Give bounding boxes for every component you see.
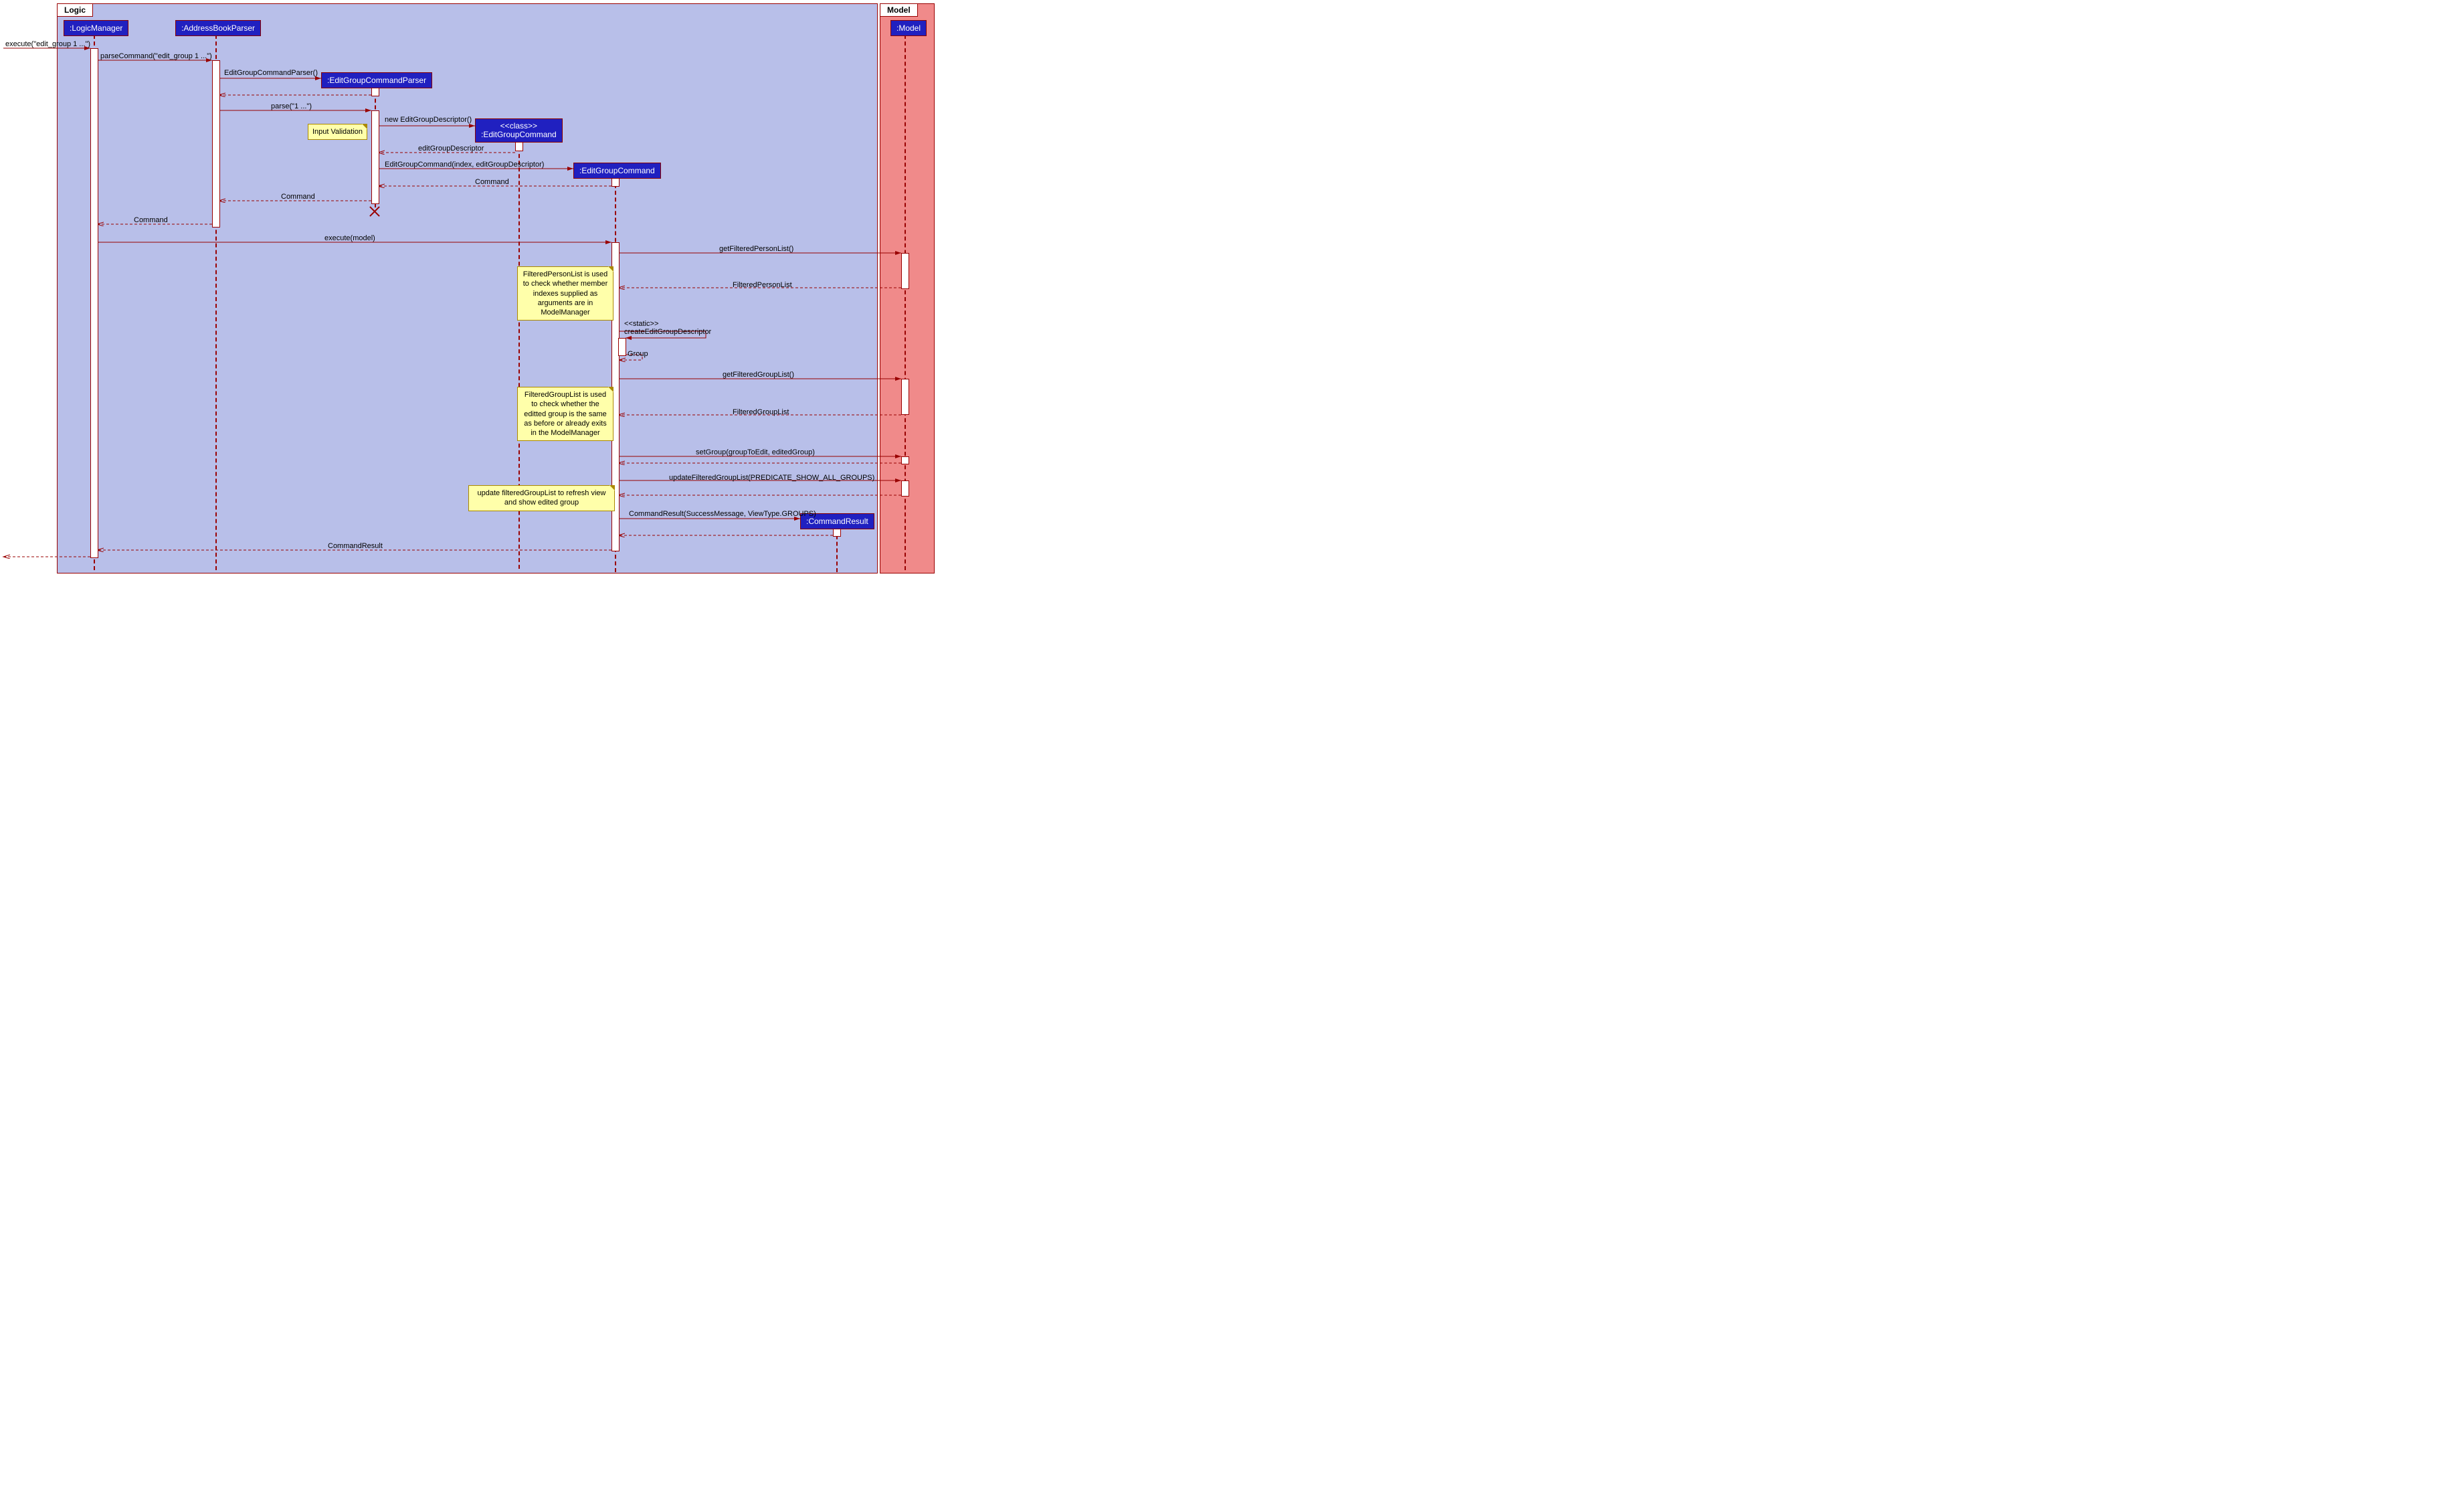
participant-address-book-parser: :AddressBookParser: [175, 20, 261, 36]
activation-model-4: [901, 480, 909, 497]
destroy-icon: [369, 206, 380, 217]
msg-return-descriptor: editGroupDescriptor: [418, 145, 484, 153]
activation-egc-self: [618, 338, 626, 356]
sequence-diagram: Logic Model :LogicManager :AddressBookPa…: [0, 0, 937, 575]
msg-return-command-1: Command: [475, 178, 509, 186]
msg-set-group: setGroup(groupToEdit, editedGroup): [696, 448, 815, 456]
participant-model: :Model: [890, 20, 927, 36]
msg-return-command-3: Command: [134, 216, 168, 224]
model-frame-label: Model: [880, 4, 918, 17]
msg-return-filtered-person-list: FilteredPersonList: [733, 281, 792, 289]
participant-stereotype: <<class>>: [500, 121, 537, 130]
msg-execute-raw: execute("edit_group 1 ..."): [5, 40, 90, 48]
activation-address-book-parser: [212, 60, 220, 228]
note-input-validation: Input Validation: [308, 124, 367, 140]
msg-return-command-2: Command: [281, 193, 315, 201]
msg-return-command-result: CommandResult: [328, 542, 383, 550]
participant-logic-manager: :LogicManager: [64, 20, 128, 36]
msg-execute-model: execute(model): [324, 234, 375, 242]
msg-create-edit-group-descriptor: createEditGroupDescriptor: [624, 328, 711, 336]
msg-new-descriptor: new EditGroupDescriptor(): [385, 116, 472, 124]
activation-model-1: [901, 253, 909, 289]
participant-edit-group-command-class: <<class>> :EditGroupCommand: [475, 118, 563, 143]
participant-edit-group-command: :EditGroupCommand: [573, 163, 661, 179]
note-filtered-group-list: FilteredGroupList is used to check wheth…: [517, 387, 613, 441]
msg-command-result-ctor: CommandResult(SuccessMessage, ViewType.G…: [629, 510, 816, 518]
msg-parse-command: parseCommand("edit_group 1 ..."): [100, 52, 212, 60]
note-update-filtered-group-list: update filteredGroupList to refresh view…: [468, 485, 615, 511]
activation-egc-parser-2: [371, 110, 379, 204]
activation-egc-1: [611, 177, 620, 187]
msg-return-group: Group: [628, 350, 648, 358]
msg-egc-parser-ctor: EditGroupCommandParser(): [224, 69, 318, 77]
participant-edit-group-command-parser: :EditGroupCommandParser: [321, 72, 432, 88]
note-filtered-person-list: FilteredPersonList is used to check whet…: [517, 266, 613, 321]
msg-get-filtered-group-list: getFilteredGroupList(): [723, 371, 794, 379]
msg-egc-ctor: EditGroupCommand(index, editGroupDescrip…: [385, 161, 544, 169]
activation-model-3: [901, 456, 909, 464]
msg-update-filtered-group-list: updateFilteredGroupList(PREDICATE_SHOW_A…: [669, 474, 874, 482]
logic-frame-label: Logic: [58, 4, 93, 17]
activation-logic-manager: [90, 48, 98, 558]
activation-model-2: [901, 379, 909, 415]
participant-class-name: :EditGroupCommand: [481, 130, 557, 139]
msg-return-filtered-group-list: FilteredGroupList: [733, 408, 789, 416]
msg-static-stereotype: <<static>>: [624, 320, 658, 328]
msg-parse: parse("1 ..."): [271, 102, 312, 110]
msg-get-filtered-person-list: getFilteredPersonList(): [719, 245, 793, 253]
